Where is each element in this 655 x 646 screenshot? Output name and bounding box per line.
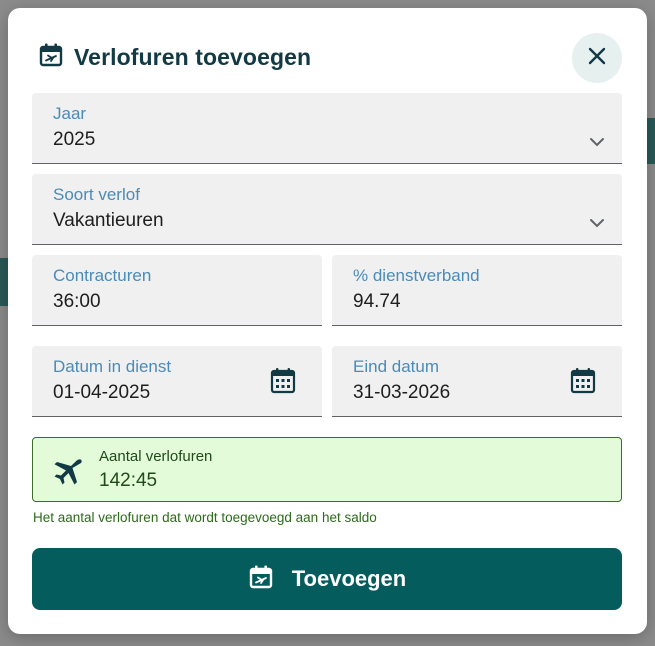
employment-percentage-field[interactable]: % dienstverband 94.74 (332, 255, 622, 326)
dialog-title: Verlofuren toevoegen (74, 44, 312, 70)
end-date-field[interactable]: Eind datum 31-03-2026 (332, 346, 622, 417)
end-date-label: Eind datum (353, 357, 439, 376)
calendar-icon[interactable] (270, 367, 296, 395)
employment-percentage-value: 94.74 (353, 291, 401, 312)
calendar-plane-icon (248, 564, 274, 595)
background-teal-block (647, 118, 655, 164)
year-label: Jaar (53, 104, 87, 123)
contract-hours-label: Contracturen (53, 266, 152, 285)
leave-hours-value: 142:45 (99, 470, 158, 491)
year-value: 2025 (53, 129, 96, 150)
background-teal-block (0, 258, 8, 306)
add-button-label: Toevoegen (291, 566, 407, 591)
start-date-value: 01-04-2025 (53, 382, 151, 403)
leave-hours-summary: Aantal verlofuren 142:45 (32, 437, 622, 502)
contract-hours-field[interactable]: Contracturen 36:00 (32, 255, 322, 326)
year-select[interactable]: Jaar 2025 (32, 93, 622, 164)
contract-hours-value: 36:00 (53, 291, 101, 312)
add-leave-hours-dialog: Verlofuren toevoegen Jaar 2025 Soort ver… (8, 8, 647, 634)
add-button[interactable]: Toevoegen (32, 548, 622, 610)
start-date-field[interactable]: Datum in dienst 01-04-2025 (32, 346, 322, 417)
dialog-header: Verlofuren toevoegen (38, 42, 311, 73)
start-date-label: Datum in dienst (53, 357, 172, 376)
leave-hours-label: Aantal verlofuren (99, 448, 213, 465)
leave-type-label: Soort verlof (53, 185, 140, 204)
close-button[interactable] (572, 33, 622, 83)
leave-type-select[interactable]: Soort verlof Vakantieuren (32, 174, 622, 245)
leave-type-value: Vakantieuren (53, 210, 164, 231)
end-date-value: 31-03-2026 (353, 382, 451, 403)
close-icon (587, 46, 607, 71)
calendar-icon[interactable] (570, 367, 596, 395)
airplane-icon (54, 459, 82, 485)
employment-percentage-label: % dienstverband (353, 266, 480, 285)
chevron-down-icon (590, 219, 604, 228)
calendar-plane-icon (38, 42, 64, 73)
chevron-down-icon (590, 138, 604, 147)
leave-hours-hint: Het aantal verlofuren dat wordt toegevoe… (33, 510, 377, 525)
